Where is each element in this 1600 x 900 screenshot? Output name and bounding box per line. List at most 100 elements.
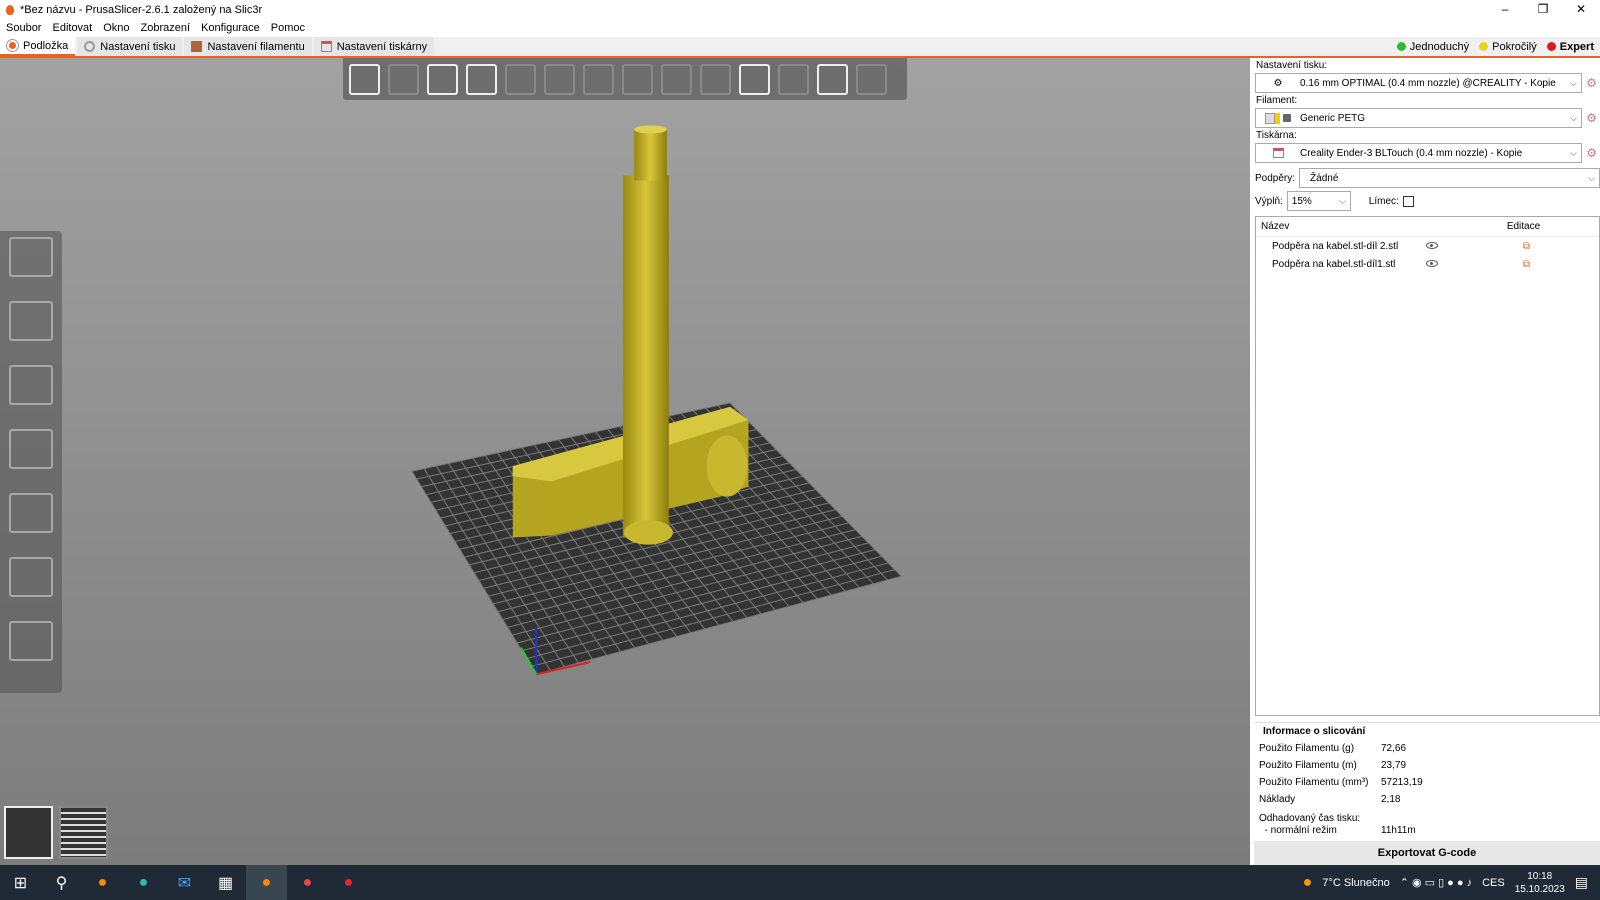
- model-part-column-foot: [623, 520, 673, 545]
- move-icon[interactable]: [9, 237, 53, 277]
- menu-konfigurace[interactable]: Konfigurace: [201, 22, 260, 34]
- taskbar: ⊞ ⚲ ● ● ✉ ▦ ● ● ● ● 7°C Slunečno ⌃ ◉ ▭ ▯…: [0, 865, 1600, 900]
- menu-okno[interactable]: Okno: [103, 22, 129, 34]
- export-gcode-button[interactable]: Exportovat G-code: [1254, 841, 1600, 865]
- mode-simple[interactable]: Jednoduchý: [1396, 41, 1469, 53]
- prusaslicer-logo-icon: [6, 4, 14, 15]
- maximize-button[interactable]: ❐: [1524, 0, 1562, 18]
- notifications-icon[interactable]: ▤: [1575, 874, 1588, 891]
- list-item[interactable]: Podpěra na kabel.stl-díl1.stl ⧉: [1256, 255, 1599, 273]
- measure-icon[interactable]: [9, 621, 53, 661]
- scale-icon[interactable]: [9, 301, 53, 341]
- mode-advanced[interactable]: Pokročilý: [1479, 41, 1537, 53]
- 3d-view-button[interactable]: [4, 806, 53, 859]
- tab-print-settings[interactable]: Nastavení tisku: [77, 37, 183, 56]
- filament-label: Filament:: [1256, 95, 1298, 106]
- edit-icon[interactable]: ⧉: [1442, 259, 1530, 270]
- 3d-viewport[interactable]: [0, 58, 1250, 865]
- tab-bar: Podložka Nastavení tisku Nastavení filam…: [0, 37, 1600, 58]
- tray-icons[interactable]: ⌃ ◉ ▭ ▯ ● ● ♪: [1400, 876, 1472, 889]
- weather-icon: ●: [1302, 873, 1313, 891]
- place-on-face-icon[interactable]: [9, 429, 53, 469]
- sidebar: Nastavení tisku: ⚙ 0.16 mm OPTIMAL (0.4 m…: [1254, 58, 1600, 841]
- start-icon[interactable]: ⊞: [0, 865, 41, 900]
- redo-button[interactable]: [856, 63, 887, 95]
- printer-combo[interactable]: Creality Ender-3 BLTouch (0.4 mm nozzle)…: [1255, 143, 1597, 163]
- lock-icon: [1283, 114, 1291, 122]
- clock[interactable]: 10:18 15.10.2023: [1515, 870, 1565, 896]
- filament-color-icon: [1256, 112, 1300, 124]
- layers-editing-button[interactable]: [778, 63, 809, 95]
- search-button[interactable]: [739, 63, 770, 95]
- menu-pomoc[interactable]: Pomoc: [271, 22, 305, 34]
- model-part-column-top: [634, 129, 667, 181]
- eye-icon[interactable]: [1426, 241, 1442, 252]
- minimize-button[interactable]: –: [1486, 0, 1524, 18]
- gizmo-toolbar: [0, 231, 62, 693]
- delete-button[interactable]: [388, 63, 419, 95]
- menu-editovat[interactable]: Editovat: [52, 22, 92, 34]
- prusaslicer-icon[interactable]: ●: [246, 865, 287, 900]
- firefox-icon[interactable]: ●: [82, 865, 123, 900]
- delete-all-button[interactable]: [427, 63, 458, 95]
- edit-preset-icon[interactable]: ⚙: [1586, 111, 1597, 125]
- add-instance-button[interactable]: [583, 63, 614, 95]
- chrome-icon[interactable]: ●: [287, 865, 328, 900]
- infill-label: Výplň:: [1255, 195, 1283, 207]
- printer-icon: [1256, 148, 1300, 158]
- support-paint-icon[interactable]: [9, 557, 53, 597]
- cut-icon[interactable]: [9, 493, 53, 533]
- tab-filament-settings[interactable]: Nastavení filamentu: [184, 37, 312, 56]
- list-item[interactable]: Podpěra na kabel.stl-díl 2.stl ⧉: [1256, 237, 1599, 255]
- slice-info: Informace o slicování Použito Filamentu …: [1255, 722, 1600, 839]
- mode-expert[interactable]: Expert: [1546, 41, 1594, 53]
- infill-combo[interactable]: 15% ⌵: [1286, 191, 1351, 211]
- plater-icon: [6, 39, 19, 52]
- rotate-icon[interactable]: [9, 365, 53, 405]
- printer-label: Tiskárna:: [1256, 130, 1297, 141]
- supports-combo[interactable]: Žádné ⌵: [1299, 168, 1600, 188]
- paste-button[interactable]: [544, 63, 575, 95]
- preview-button[interactable]: [59, 806, 108, 859]
- title-bar: *Bez názvu - PrusaSlicer-2.6.1 založený …: [0, 0, 1600, 19]
- menu-soubor[interactable]: Soubor: [6, 22, 41, 34]
- edit-preset-icon[interactable]: ⚙: [1586, 76, 1597, 90]
- mail-icon[interactable]: ✉: [164, 865, 205, 900]
- menu-zobrazeni[interactable]: Zobrazení: [141, 22, 191, 34]
- gear-icon: [84, 41, 96, 52]
- arrange-button[interactable]: [466, 63, 497, 95]
- split-objects-button[interactable]: [661, 63, 692, 95]
- search-icon[interactable]: ⚲: [41, 865, 82, 900]
- print-bed-scene: [411, 125, 902, 676]
- weather-text[interactable]: 7°C Slunečno: [1322, 877, 1389, 889]
- column-edit: Editace: [1506, 221, 1541, 232]
- edge-icon[interactable]: ●: [123, 865, 164, 900]
- gear-icon: ⚙: [1273, 77, 1283, 89]
- menu-bar: Soubor Editovat Okno Zobrazení Konfigura…: [0, 19, 1600, 37]
- language-indicator[interactable]: CES: [1482, 877, 1505, 889]
- app-icon[interactable]: ●: [328, 865, 369, 900]
- supports-label: Podpěry:: [1255, 172, 1296, 184]
- edit-preset-icon[interactable]: ⚙: [1586, 146, 1597, 160]
- tab-printer-settings[interactable]: Nastavení tiskárny: [313, 37, 435, 56]
- brim-label: Límec:: [1368, 195, 1399, 207]
- undo-button[interactable]: [817, 63, 848, 95]
- tab-podlozka[interactable]: Podložka: [0, 37, 76, 56]
- close-button[interactable]: ✕: [1562, 0, 1600, 18]
- copy-button[interactable]: [505, 63, 536, 95]
- brim-checkbox[interactable]: [1402, 195, 1414, 207]
- remove-instance-button[interactable]: [622, 63, 653, 95]
- filament-combo[interactable]: Generic PETG ⌵ ⚙: [1255, 108, 1597, 128]
- top-toolbar: [343, 58, 907, 100]
- split-parts-button[interactable]: [700, 63, 731, 95]
- eye-icon[interactable]: [1426, 259, 1442, 270]
- edit-icon[interactable]: ⧉: [1442, 241, 1530, 252]
- add-button[interactable]: [349, 63, 380, 95]
- printer-icon: [320, 41, 332, 52]
- store-icon[interactable]: ▦: [205, 865, 246, 900]
- print-settings-label: Nastavení tisku:: [1256, 60, 1328, 71]
- column-name: Název: [1261, 221, 1290, 232]
- model-part-column-cap: [634, 125, 667, 134]
- print-settings-combo[interactable]: ⚙ 0.16 mm OPTIMAL (0.4 mm nozzle) @CREALI…: [1255, 73, 1597, 93]
- spool-icon: [191, 41, 203, 52]
